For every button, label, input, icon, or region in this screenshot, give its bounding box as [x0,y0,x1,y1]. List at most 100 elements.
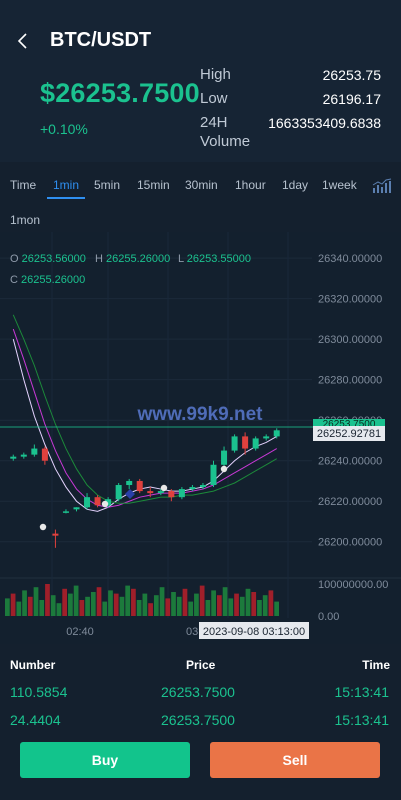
price-axis-label: 26340.00000 [318,253,382,265]
trade-time: 15:13:41 [334,712,390,728]
ohlc-open: O 26253.56000 [10,253,86,265]
volume-bar [148,603,153,616]
last-price: $26253.7500 [40,78,200,108]
volume-bar [176,596,182,616]
chart-type-icon[interactable] [372,178,392,194]
candle-body [52,533,59,536]
volume-bar [125,585,131,616]
candle-body [189,487,196,490]
tab-1mon[interactable]: 1mon [10,213,40,227]
recent-trades: Number Price Time 110.5854 26253.7500 15… [0,650,401,730]
sell-button[interactable]: Sell [210,742,380,778]
marker-dot [39,523,47,531]
stat-24h-label: 24H [200,114,228,131]
marker-dot [220,465,228,473]
volume-bar [199,585,205,616]
volume-bar [79,600,85,616]
marker-dot [160,484,168,492]
volume-bar [85,596,90,616]
kline-chart[interactable]: 26340.00000 26320.00000 26300.00000 26280.0… [0,232,401,644]
volume-bar [165,598,171,616]
trade-time: 15:13:41 [334,684,390,700]
volume-bar [33,587,39,616]
candle-body [252,438,259,449]
volume-bar [171,592,176,616]
ohlc-low: L 26253.55000 [178,253,252,265]
stat-low-value: 26196.17 [322,91,381,107]
volume-bar [62,588,68,616]
volume-bar [216,595,222,616]
volume-bar [153,595,159,616]
volume-bar [108,590,113,616]
volume-bar [10,593,16,616]
price-change: +0.10% [40,121,88,137]
price-axis-label: 26280.00000 [318,375,382,387]
candle-body [147,491,154,494]
col-price: Price [186,658,216,672]
volume-bar [90,592,96,616]
volume-bar [39,600,45,616]
tab-1day[interactable]: 1day [282,178,308,192]
stat-24h-value: 1663353409.6838 [268,115,381,131]
volume-bar [5,598,10,616]
candle-body [94,497,101,506]
tab-1hour[interactable]: 1hour [235,178,266,192]
price-axis-label: 26300.00000 [318,334,382,346]
col-number: Number [10,658,56,672]
volume-bar [268,590,274,616]
volume-bar [96,587,102,616]
volume-axis-label: 100000000.00 [318,579,388,591]
candle-body [41,448,48,461]
volume-bar [119,596,125,616]
candle-body [210,464,217,486]
volume-bar [56,603,62,616]
candle-body [31,448,38,455]
tab-30min[interactable]: 30min [185,178,218,192]
trade-number: 24.4404 [10,712,61,728]
candle-body [136,480,143,492]
pair-title: BTC/USDT [50,29,152,51]
volume-bar [274,601,279,616]
tab-15min[interactable]: 15min [137,178,170,192]
volume-bar [262,595,268,616]
watermark: www.99k9.net [137,404,264,425]
candle-body [263,436,270,439]
volume-bar [73,585,79,616]
price-axis-label: 26200.00000 [318,537,382,549]
volume-bar [245,588,251,616]
stat-high-value: 26253.75 [322,67,381,83]
tab-1min[interactable]: 1min [53,178,79,192]
candle-body [62,511,69,513]
volume-bar [228,598,234,616]
volume-bar [142,593,148,616]
volume-bar [131,588,136,616]
price-axis-label: 26240.00000 [318,456,382,468]
volume-axis-label: 0.00 [318,611,339,623]
volume-bar [211,590,216,616]
tab-time[interactable]: Time [10,178,36,192]
volume-bar [182,588,188,616]
candle-body [126,480,133,486]
stat-low-label: Low [200,90,228,107]
volume-bar [22,590,27,616]
volume-bar [102,601,108,616]
back-arrow-icon[interactable] [14,30,34,52]
candle-body [84,497,91,508]
price-axis-label: 26220.00000 [318,496,382,508]
candle-body [199,485,206,488]
candle-body [231,436,238,451]
kline-chart-svg: 26340.00000 26320.00000 26300.00000 26280.0… [0,232,401,644]
tab-1week[interactable]: 1week [322,178,357,192]
marker-dot [101,500,109,508]
header: BTC/USDT $26253.7500 +0.10% High 26253.7… [0,0,401,162]
buy-button[interactable]: Buy [20,742,190,778]
candle-body [168,491,175,498]
app-root: BTC/USDT $26253.7500 +0.10% High 26253.7… [0,0,401,800]
stat-volume-label: Volume [200,133,251,150]
volume-bar [27,596,33,616]
volume-bar [45,584,50,616]
volume-bar [136,600,142,616]
tab-5min[interactable]: 5min [94,178,120,192]
crosshair-price: 26252.92781 [317,428,381,440]
volume-bar [16,601,22,616]
